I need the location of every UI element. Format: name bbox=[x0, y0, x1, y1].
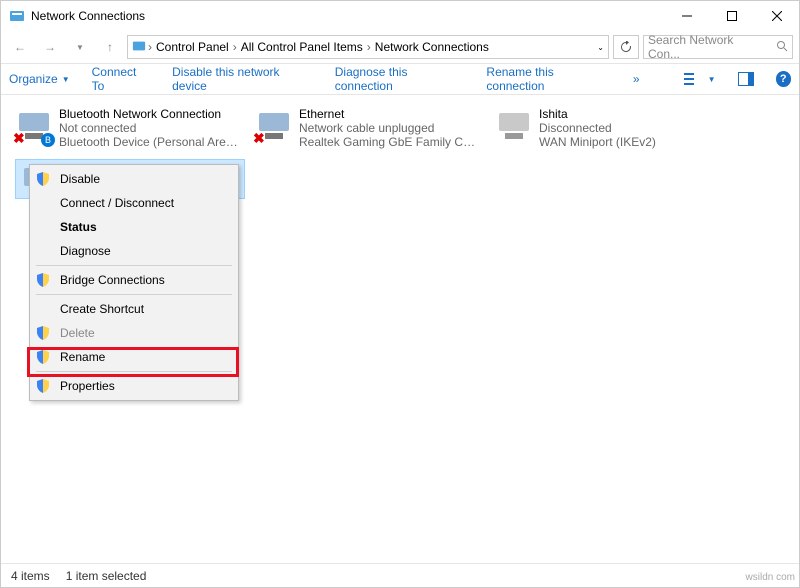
connection-name: Bluetooth Network Connection bbox=[59, 107, 239, 121]
close-button[interactable] bbox=[754, 1, 799, 31]
window-title: Network Connections bbox=[31, 9, 664, 23]
breadcrumb-item[interactable]: All Control Panel Items bbox=[239, 40, 365, 54]
connection-status: Disconnected bbox=[539, 121, 656, 135]
menu-separator bbox=[36, 294, 232, 295]
error-icon: ✖ bbox=[253, 130, 265, 147]
titlebar: Network Connections bbox=[1, 1, 799, 31]
preview-pane-button[interactable] bbox=[738, 72, 754, 86]
breadcrumb[interactable]: › Control Panel › All Control Panel Item… bbox=[127, 35, 609, 59]
connection-name: Ishita bbox=[539, 107, 656, 121]
network-adapter-icon: ✖ bbox=[255, 107, 293, 145]
menu-separator bbox=[36, 265, 232, 266]
connection-item-bluetooth[interactable]: ✖ B Bluetooth Network Connection Not con… bbox=[11, 105, 241, 151]
chevron-right-icon: › bbox=[233, 40, 237, 54]
error-icon: ✖ bbox=[13, 130, 25, 147]
bluetooth-icon: B bbox=[41, 133, 55, 147]
menu-create-shortcut[interactable]: Create Shortcut bbox=[30, 297, 238, 321]
breadcrumb-icon bbox=[132, 39, 146, 56]
view-options[interactable]: ▼ bbox=[684, 72, 716, 86]
menu-disable[interactable]: Disable bbox=[30, 167, 238, 191]
search-icon bbox=[776, 40, 788, 55]
menu-rename[interactable]: Rename bbox=[30, 345, 238, 369]
shield-icon bbox=[36, 172, 50, 186]
breadcrumb-item[interactable]: Control Panel bbox=[154, 40, 231, 54]
up-button[interactable]: ↑ bbox=[97, 34, 123, 60]
status-bar: 4 items 1 item selected bbox=[1, 563, 799, 587]
organize-menu[interactable]: Organize ▼ bbox=[9, 72, 70, 86]
chevron-down-icon: ▼ bbox=[62, 75, 70, 84]
shield-icon bbox=[36, 326, 50, 340]
connection-device: WAN Miniport (IKEv2) bbox=[539, 135, 656, 149]
history-dropdown[interactable]: ▼ bbox=[67, 34, 93, 60]
connection-name: Ethernet bbox=[299, 107, 479, 121]
help-button[interactable]: ? bbox=[776, 71, 791, 87]
shield-icon bbox=[36, 273, 50, 287]
menu-delete[interactable]: Delete bbox=[30, 321, 238, 345]
breadcrumb-item[interactable]: Network Connections bbox=[373, 40, 491, 54]
connection-status: Network cable unplugged bbox=[299, 121, 479, 135]
back-button[interactable]: ← bbox=[7, 34, 33, 60]
disable-device-button[interactable]: Disable this network device bbox=[172, 65, 313, 93]
network-adapter-icon: ✖ B bbox=[15, 107, 53, 145]
search-input[interactable]: Search Network Con... bbox=[643, 35, 793, 59]
chevron-right-icon: › bbox=[367, 40, 371, 54]
window-controls bbox=[664, 1, 799, 31]
connection-status: Not connected bbox=[59, 121, 239, 135]
maximize-button[interactable] bbox=[709, 1, 754, 31]
connection-device: Realtek Gaming GbE Family Contr... bbox=[299, 135, 479, 149]
menu-bridge[interactable]: Bridge Connections bbox=[30, 268, 238, 292]
content-area: ✖ B Bluetooth Network Connection Not con… bbox=[1, 95, 799, 161]
network-adapter-icon bbox=[495, 107, 533, 145]
more-actions[interactable]: » bbox=[633, 72, 640, 86]
forward-button[interactable]: → bbox=[37, 34, 63, 60]
window-icon bbox=[9, 8, 25, 24]
chevron-right-icon: › bbox=[148, 40, 152, 54]
connection-item-ishita[interactable]: Ishita Disconnected WAN Miniport (IKEv2) bbox=[491, 105, 721, 151]
minimize-button[interactable] bbox=[664, 1, 709, 31]
connect-to-button[interactable]: Connect To bbox=[92, 65, 151, 93]
rename-button[interactable]: Rename this connection bbox=[486, 65, 611, 93]
connection-device: Bluetooth Device (Personal Area ... bbox=[59, 135, 239, 149]
search-placeholder: Search Network Con... bbox=[648, 33, 768, 61]
menu-status[interactable]: Status bbox=[30, 215, 238, 239]
selected-count: 1 item selected bbox=[66, 569, 147, 583]
toolbar: Organize ▼ Connect To Disable this netwo… bbox=[1, 63, 799, 95]
menu-properties[interactable]: Properties bbox=[30, 374, 238, 398]
menu-diagnose[interactable]: Diagnose bbox=[30, 239, 238, 263]
watermark: wsildn com bbox=[746, 572, 795, 583]
context-menu: Disable Connect / Disconnect Status Diag… bbox=[29, 164, 239, 401]
chevron-down-icon[interactable]: ⌄ bbox=[597, 43, 604, 52]
shield-icon bbox=[36, 379, 50, 393]
menu-connect-disconnect[interactable]: Connect / Disconnect bbox=[30, 191, 238, 215]
shield-icon bbox=[36, 350, 50, 364]
refresh-button[interactable] bbox=[613, 35, 639, 59]
diagnose-button[interactable]: Diagnose this connection bbox=[335, 65, 465, 93]
item-count: 4 items bbox=[11, 569, 50, 583]
connection-item-ethernet[interactable]: ✖ Ethernet Network cable unplugged Realt… bbox=[251, 105, 481, 151]
address-bar: ← → ▼ ↑ › Control Panel › All Control Pa… bbox=[1, 31, 799, 63]
menu-separator bbox=[36, 371, 232, 372]
